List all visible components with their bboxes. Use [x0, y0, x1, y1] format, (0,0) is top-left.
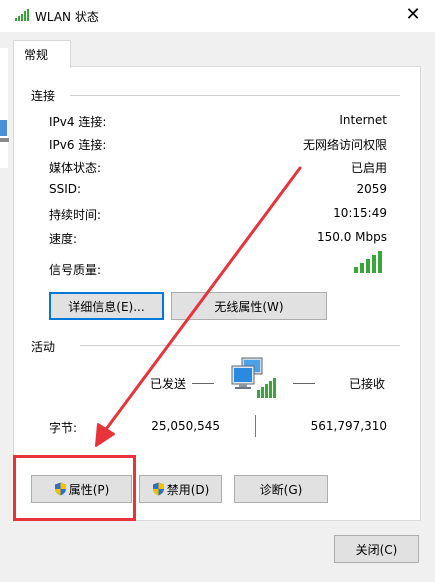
wifi-signal-icon — [15, 9, 29, 21]
bytes-label: 字节: — [49, 421, 78, 435]
received-label: 已接收 — [349, 377, 386, 391]
duration-value: 10:15:49 — [333, 206, 387, 220]
duration-label: 持续时间: — [49, 208, 102, 222]
disable-button-label: 禁用(D) — [166, 482, 210, 497]
signal-bar — [372, 255, 376, 273]
close-button[interactable]: 关闭(C) — [334, 535, 419, 563]
signal-bar — [366, 259, 370, 273]
ipv4-label: IPv4 连接: — [49, 115, 107, 129]
background-window-edge — [0, 48, 8, 168]
diagnose-button[interactable]: 诊断(G) — [234, 475, 328, 503]
uac-shield-icon — [54, 482, 66, 496]
ipv6-value: 无网络访问权限 — [302, 138, 387, 152]
speed-value: 150.0 Mbps — [316, 230, 387, 244]
signal-bar — [354, 267, 358, 273]
sent-label: 已发送 — [150, 377, 187, 391]
connection-separator — [70, 95, 400, 96]
connection-section-title: 连接 — [31, 87, 56, 104]
disable-button[interactable]: 禁用(D) — [139, 475, 222, 503]
signal-bar — [378, 251, 382, 273]
uac-shield-icon — [152, 482, 164, 496]
tab-general-label: 常规 — [24, 48, 49, 62]
media-state-label: 媒体状态: — [49, 161, 102, 175]
media-state-value: 已启用 — [350, 161, 387, 175]
details-button[interactable]: 详细信息(E)... — [49, 292, 164, 320]
background-network-icon — [0, 120, 9, 142]
ssid-label: SSID: — [49, 182, 82, 196]
activity-separator — [80, 345, 400, 346]
activity-section-title: 活动 — [31, 338, 56, 355]
signal-bar — [360, 263, 364, 273]
bytes-divider — [255, 415, 256, 437]
signal-quality-label: 信号质量: — [49, 263, 102, 277]
close-icon[interactable]: ✕ — [400, 3, 426, 27]
bytes-sent-value: 25,050,545 — [151, 419, 220, 433]
speed-label: 速度: — [49, 232, 78, 246]
ssid-value: 2059 — [356, 182, 387, 196]
network-computers-icon — [231, 357, 276, 398]
bytes-received-value: 561,797,310 — [310, 419, 387, 433]
properties-button[interactable]: 属性(P) — [31, 475, 132, 503]
properties-button-label: 属性(P) — [68, 482, 110, 497]
window-title: WLAN 状态 — [35, 10, 99, 24]
wireless-properties-button[interactable]: 无线属性(W) — [171, 292, 327, 320]
ipv4-value: Internet — [339, 113, 387, 127]
sent-dash — [192, 383, 214, 384]
received-dash — [293, 383, 315, 384]
signal-strength-icon — [354, 251, 382, 273]
ipv6-label: IPv6 连接: — [49, 138, 107, 152]
